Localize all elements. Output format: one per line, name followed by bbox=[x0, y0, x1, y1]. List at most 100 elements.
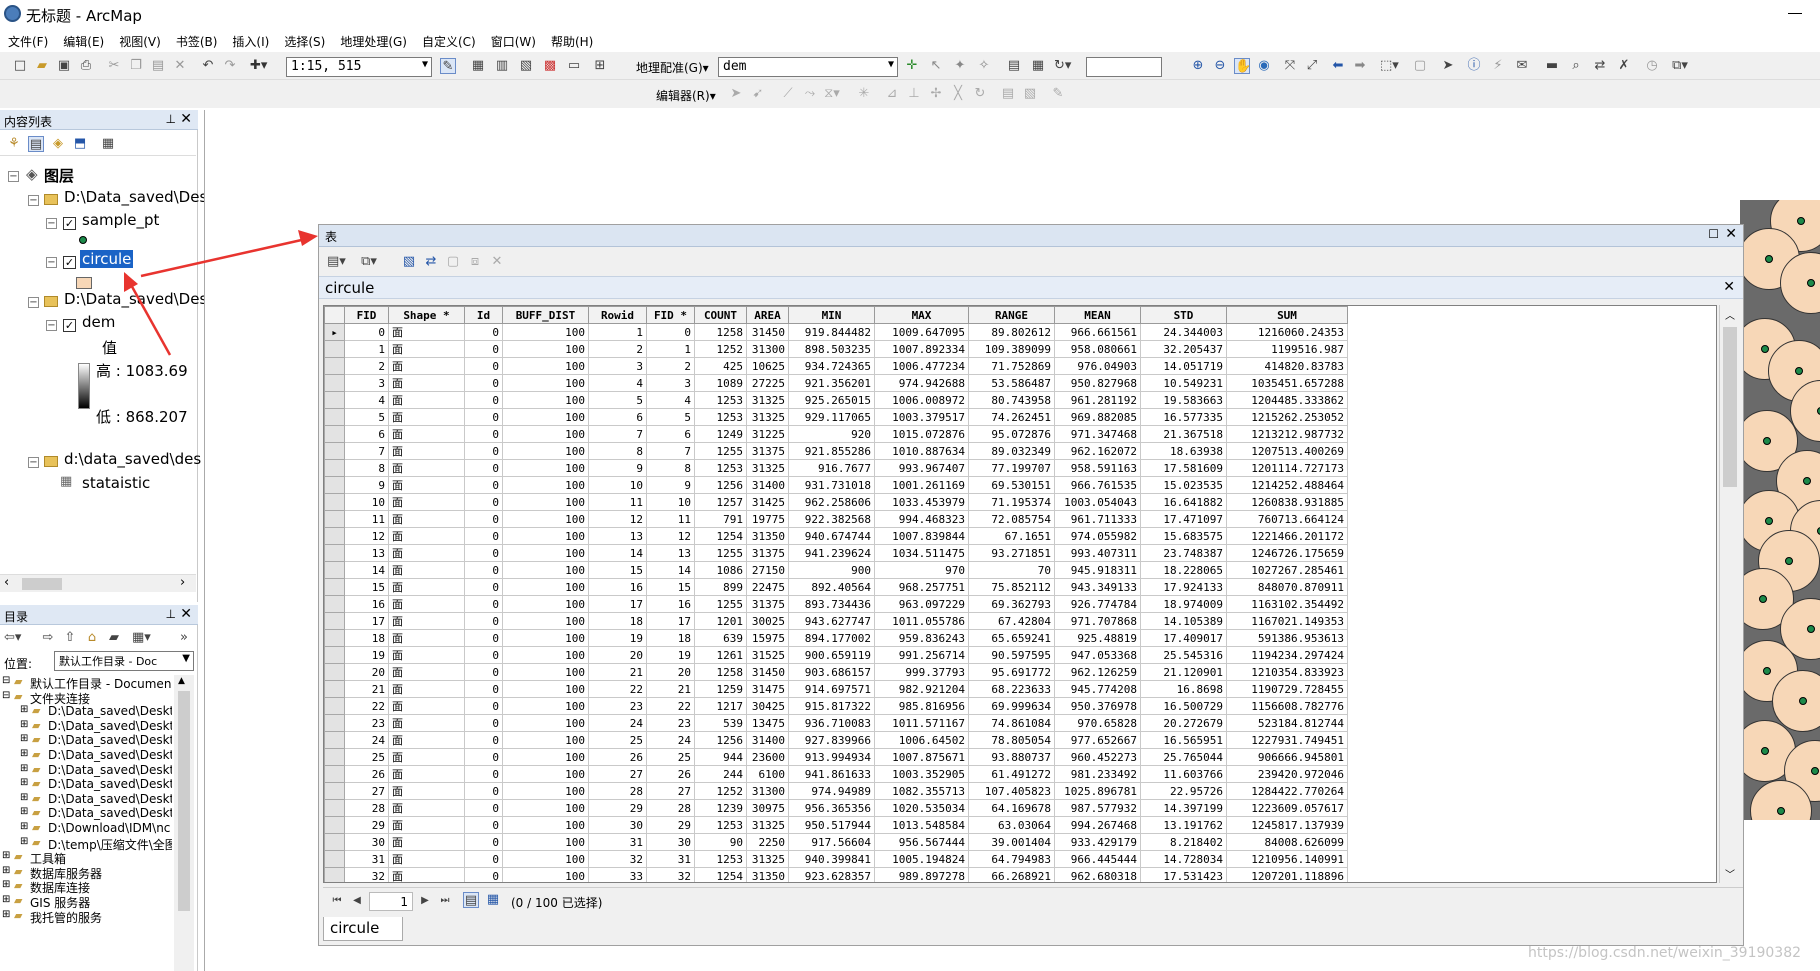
table-row[interactable]: 6 面 0 100 7 6 1249 31225 920 1015.072876 95.072876… bbox=[324, 425, 1348, 443]
table-cell[interactable]: 32 bbox=[588, 850, 647, 868]
table-cell[interactable]: 14.105389 bbox=[1140, 612, 1227, 630]
table-cell[interactable]: 4 bbox=[646, 391, 695, 409]
table-cell[interactable]: 921.855286 bbox=[788, 442, 875, 460]
table-cell[interactable]: 31425 bbox=[746, 493, 789, 511]
column-header[interactable]: MIN bbox=[788, 306, 875, 324]
table-cell[interactable]: 68.223633 bbox=[968, 680, 1055, 698]
table-row[interactable]: ▸ 0 面 0 100 1 0 1258 31450 919.844482 1009.647095 8… bbox=[324, 323, 1348, 341]
table-cell[interactable]: 31325 bbox=[746, 459, 789, 477]
table-cell[interactable]: 100 bbox=[502, 799, 589, 817]
table-cell[interactable]: 900.659119 bbox=[788, 646, 875, 664]
row-selector[interactable] bbox=[324, 867, 345, 882]
table-cell[interactable]: 100 bbox=[502, 425, 589, 443]
table-cell[interactable]: 21 bbox=[588, 663, 647, 681]
table-cell[interactable]: 13 bbox=[588, 527, 647, 545]
table-row[interactable]: 10 面 0 100 11 10 1257 31425 962.258606 1033.45397… bbox=[324, 493, 1348, 511]
table-cell[interactable]: 面 bbox=[388, 867, 465, 882]
switch-selection-icon[interactable]: ⇄ bbox=[423, 254, 439, 270]
table-cell[interactable]: 66.268921 bbox=[968, 867, 1055, 882]
row-selector[interactable] bbox=[324, 799, 345, 817]
table-cell[interactable]: 926.774784 bbox=[1054, 595, 1141, 613]
table-cell[interactable]: 0 bbox=[464, 782, 503, 800]
table-cell[interactable]: 10 bbox=[646, 493, 695, 511]
table-cell[interactable]: 100 bbox=[502, 391, 589, 409]
table-cell[interactable]: 3 bbox=[344, 374, 389, 392]
table-cell[interactable]: 23 bbox=[588, 697, 647, 715]
table-cell[interactable]: 1249 bbox=[694, 425, 747, 443]
table-cell[interactable]: 22475 bbox=[746, 578, 789, 596]
table-cell[interactable]: 25.765044 bbox=[1140, 748, 1227, 766]
table-cell[interactable]: 925.265015 bbox=[788, 391, 875, 409]
table-cell[interactable]: 28 bbox=[646, 799, 695, 817]
table-cell[interactable]: 面 bbox=[388, 680, 465, 698]
table-cell[interactable]: 239420.972046 bbox=[1226, 765, 1348, 783]
table-cell[interactable]: 1256 bbox=[694, 476, 747, 494]
table-cell[interactable]: 31 bbox=[344, 850, 389, 868]
table-cell[interactable]: 面 bbox=[388, 697, 465, 715]
table-cell[interactable]: 14 bbox=[344, 561, 389, 579]
table-cell[interactable]: 6 bbox=[588, 408, 647, 426]
table-cell[interactable]: 24.344003 bbox=[1140, 323, 1227, 341]
table-cell[interactable]: 10.549231 bbox=[1140, 374, 1227, 392]
table-cell[interactable]: 913.994934 bbox=[788, 748, 875, 766]
table-cell[interactable]: 947.053368 bbox=[1054, 646, 1141, 664]
row-selector[interactable] bbox=[324, 340, 345, 358]
table-cell[interactable]: 1006.64502 bbox=[874, 731, 969, 749]
table-cell[interactable]: 1261 bbox=[694, 646, 747, 664]
table-cell[interactable]: 30025 bbox=[746, 612, 789, 630]
table-cell[interactable]: 30425 bbox=[746, 697, 789, 715]
table-cell[interactable]: 24 bbox=[646, 731, 695, 749]
row-selector[interactable] bbox=[324, 680, 345, 698]
table-cell[interactable]: 962.126259 bbox=[1054, 663, 1141, 681]
table-cell[interactable]: 1245817.137939 bbox=[1226, 816, 1348, 834]
table-cell[interactable]: 1257 bbox=[694, 493, 747, 511]
table-cell[interactable]: 100 bbox=[502, 714, 589, 732]
table-cell[interactable]: 17.471097 bbox=[1140, 510, 1227, 528]
table-cell[interactable]: 934.724365 bbox=[788, 357, 875, 375]
table-cell[interactable]: 927.839966 bbox=[788, 731, 875, 749]
table-cell[interactable]: 1214252.488464 bbox=[1226, 476, 1348, 494]
table-cell[interactable]: 0 bbox=[464, 493, 503, 511]
table-cell[interactable]: 24 bbox=[588, 714, 647, 732]
table-cell[interactable]: 31475 bbox=[746, 680, 789, 698]
table-cell[interactable]: 0 bbox=[464, 850, 503, 868]
table-cell[interactable]: 13475 bbox=[746, 714, 789, 732]
table-cell[interactable]: 3 bbox=[588, 357, 647, 375]
table-cell[interactable]: 1239 bbox=[694, 799, 747, 817]
zoom-to-selected-icon[interactable]: ⧈ bbox=[467, 254, 483, 270]
table-cell[interactable]: 面 bbox=[388, 408, 465, 426]
table-cell[interactable]: 1011.571167 bbox=[874, 714, 969, 732]
table-cell[interactable]: 0 bbox=[464, 527, 503, 545]
table-cell[interactable]: 903.686157 bbox=[788, 663, 875, 681]
table-cell[interactable]: 90.597595 bbox=[968, 646, 1055, 664]
table-cell[interactable]: 0 bbox=[464, 595, 503, 613]
table-cell[interactable]: 5 bbox=[588, 391, 647, 409]
table-cell[interactable]: 100 bbox=[502, 731, 589, 749]
row-selector[interactable]: ▸ bbox=[324, 323, 345, 341]
table-row[interactable]: 18 面 0 100 19 18 639 15975 894.177002 959.836243 6… bbox=[324, 629, 1348, 647]
row-selector[interactable] bbox=[324, 816, 345, 834]
table-cell[interactable]: 89.032349 bbox=[968, 442, 1055, 460]
table-cell[interactable]: 1255 bbox=[694, 595, 747, 613]
table-cell[interactable]: 2 bbox=[588, 340, 647, 358]
table-cell[interactable]: 1194234.297424 bbox=[1226, 646, 1348, 664]
table-cell[interactable]: 945.918311 bbox=[1054, 561, 1141, 579]
table-cell[interactable]: 77.199707 bbox=[968, 459, 1055, 477]
table-cell[interactable]: 100 bbox=[502, 663, 589, 681]
table-cell[interactable]: 21.120901 bbox=[1140, 663, 1227, 681]
table-cell[interactable]: 1 bbox=[344, 340, 389, 358]
table-cell[interactable]: 1207201.118896 bbox=[1226, 867, 1348, 882]
table-cell[interactable]: 100 bbox=[502, 527, 589, 545]
table-cell[interactable]: 31 bbox=[588, 833, 647, 851]
table-cell[interactable]: 面 bbox=[388, 833, 465, 851]
bottom-table-tab[interactable]: circule bbox=[323, 917, 403, 941]
table-cell[interactable]: 9 bbox=[646, 476, 695, 494]
related-tables-icon[interactable]: ⧉▾ bbox=[361, 254, 377, 270]
table-cell[interactable]: 13.191762 bbox=[1140, 816, 1227, 834]
table-cell[interactable]: 1089 bbox=[694, 374, 747, 392]
row-selector[interactable] bbox=[324, 697, 345, 715]
table-cell[interactable]: 14.051719 bbox=[1140, 357, 1227, 375]
table-cell[interactable]: 925.48819 bbox=[1054, 629, 1141, 647]
table-cell[interactable]: 面 bbox=[388, 612, 465, 630]
select-by-attributes-icon[interactable]: ▧ bbox=[401, 254, 417, 270]
